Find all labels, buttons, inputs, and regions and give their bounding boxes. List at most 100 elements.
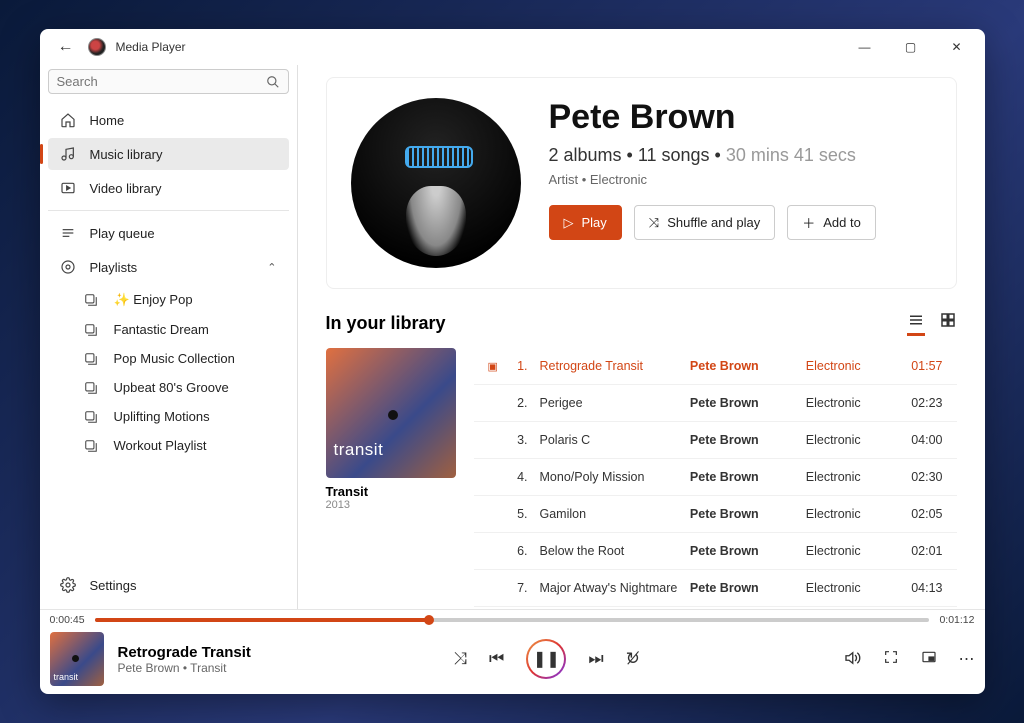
playlist-label: Fantastic Dream: [114, 322, 209, 337]
music-icon: [60, 146, 78, 162]
track-name: Perigee: [540, 396, 678, 410]
repeat-toggle[interactable]: ↻̸: [626, 649, 640, 669]
search-input[interactable]: [57, 74, 266, 89]
nav-music-library[interactable]: Music library: [48, 138, 289, 170]
add-to-button[interactable]: ＋ Add to: [787, 205, 876, 240]
nav-label: Playlists: [90, 260, 138, 275]
prev-track-button[interactable]: ⏮: [489, 649, 504, 669]
track-artist: Pete Brown: [690, 470, 794, 484]
album-title: Transit: [326, 484, 456, 499]
artist-role: Artist • Electronic: [549, 172, 876, 187]
track-row[interactable]: ▣ 1. Retrograde Transit Pete Brown Elect…: [474, 348, 957, 385]
nav-video-library[interactable]: Video library: [48, 172, 289, 204]
maximize-button[interactable]: ▢: [891, 33, 931, 61]
nav-label: Music library: [90, 147, 163, 162]
nav-label: Play queue: [90, 226, 155, 241]
close-button[interactable]: ✕: [937, 33, 977, 61]
titlebar: ← Media Player — ▢ ✕: [40, 29, 985, 65]
track-row[interactable]: 2. Perigee Pete Brown Electronic 02:23: [474, 385, 957, 422]
track-genre: Electronic: [806, 581, 887, 595]
shuffle-play-button[interactable]: ⤨ Shuffle and play: [634, 205, 775, 240]
playlist-item[interactable]: Workout Playlist: [74, 431, 289, 460]
track-name: Gamilon: [540, 507, 678, 521]
now-playing-title: Retrograde Transit: [118, 644, 251, 661]
app-title: Media Player: [116, 40, 835, 54]
track-artist: Pete Brown: [690, 433, 794, 447]
track-number: 2.: [514, 396, 528, 410]
playlist-item[interactable]: ✨ Enjoy Pop: [74, 285, 289, 315]
now-playing-icon: ▣: [488, 360, 502, 373]
track-artist: Pete Brown: [690, 581, 794, 595]
more-button[interactable]: ⋯: [959, 649, 975, 669]
queue-icon: [60, 225, 78, 241]
home-icon: [60, 112, 78, 128]
search-field[interactable]: [48, 69, 289, 94]
play-button[interactable]: ▷ Play: [549, 205, 622, 240]
gear-icon: [60, 577, 78, 593]
playlist-label: Workout Playlist: [114, 438, 207, 453]
player-bar: 0:00:45 0:01:12 transit Retrograde Trans…: [40, 609, 985, 694]
seek-bar[interactable]: [95, 618, 930, 622]
track-number: 3.: [514, 433, 528, 447]
playlist-item[interactable]: Pop Music Collection: [74, 344, 289, 373]
track-row[interactable]: 4. Mono/Poly Mission Pete Brown Electron…: [474, 459, 957, 496]
nav-settings[interactable]: Settings: [48, 569, 289, 601]
track-number: 6.: [514, 544, 528, 558]
nav-home[interactable]: Home: [48, 104, 289, 136]
sidebar: Home Music library Video library Play: [40, 65, 298, 609]
total-time: 0:01:12: [939, 614, 974, 626]
playlists-list: ✨ Enjoy Pop Fantastic Dream Pop Music Co…: [48, 285, 289, 460]
mini-player-button[interactable]: [921, 649, 937, 669]
shuffle-toggle[interactable]: ⤨: [453, 649, 467, 669]
track-genre: Electronic: [806, 396, 887, 410]
playlist-icon: [84, 323, 102, 337]
view-grid-button[interactable]: [939, 311, 957, 336]
nav-playlists[interactable]: Playlists ⌃: [48, 251, 289, 283]
album-art: transit: [326, 348, 456, 478]
track-number: 4.: [514, 470, 528, 484]
track-genre: Electronic: [806, 507, 887, 521]
artist-name: Pete Brown: [549, 98, 876, 137]
track-genre: Electronic: [806, 359, 887, 373]
track-row[interactable]: 7. Major Atway's Nightmare Pete Brown El…: [474, 570, 957, 607]
plus-icon: ＋: [802, 213, 815, 232]
playlist-label: Pop Music Collection: [114, 351, 235, 366]
next-track-button[interactable]: ⏭: [588, 649, 603, 669]
track-genre: Electronic: [806, 470, 887, 484]
track-artist: Pete Brown: [690, 544, 794, 558]
track-row[interactable]: 5. Gamilon Pete Brown Electronic 02:05: [474, 496, 957, 533]
play-icon: ▷: [564, 215, 574, 231]
video-icon: [60, 180, 78, 196]
track-duration: 04:00: [899, 433, 943, 447]
playlist-item[interactable]: Upbeat 80's Groove: [74, 373, 289, 402]
play-pause-button[interactable]: ❚❚: [526, 639, 566, 679]
playlist-icon: [84, 410, 102, 424]
playlist-item[interactable]: Uplifting Motions: [74, 402, 289, 431]
track-name: Mono/Poly Mission: [540, 470, 678, 484]
fullscreen-button[interactable]: [883, 649, 899, 669]
back-button[interactable]: ←: [54, 38, 78, 56]
track-duration: 02:30: [899, 470, 943, 484]
nav-play-queue[interactable]: Play queue: [48, 217, 289, 249]
track-duration: 02:01: [899, 544, 943, 558]
track-row[interactable]: 6. Below the Root Pete Brown Electronic …: [474, 533, 957, 570]
track-number: 1.: [514, 359, 528, 373]
playlist-icon: [84, 293, 102, 307]
minimize-button[interactable]: —: [845, 33, 885, 61]
nav-label: Home: [90, 113, 125, 128]
album-card[interactable]: transit Transit 2013: [326, 348, 456, 607]
playlist-icon: [84, 381, 102, 395]
view-list-button[interactable]: [907, 311, 925, 336]
main-content: Pete Brown 2 albums • 11 songs • 30 mins…: [298, 65, 985, 609]
chevron-up-icon: ⌃: [267, 261, 276, 274]
track-name: Below the Root: [540, 544, 678, 558]
nav-label: Video library: [90, 181, 162, 196]
playlist-item[interactable]: Fantastic Dream: [74, 315, 289, 344]
track-duration: 02:05: [899, 507, 943, 521]
track-row[interactable]: 3. Polaris C Pete Brown Electronic 04:00: [474, 422, 957, 459]
volume-button[interactable]: [843, 649, 861, 669]
app-icon: [88, 38, 106, 56]
track-genre: Electronic: [806, 433, 887, 447]
playlist-icon: [84, 352, 102, 366]
artist-meta: 2 albums • 11 songs • 30 mins 41 secs: [549, 145, 876, 166]
